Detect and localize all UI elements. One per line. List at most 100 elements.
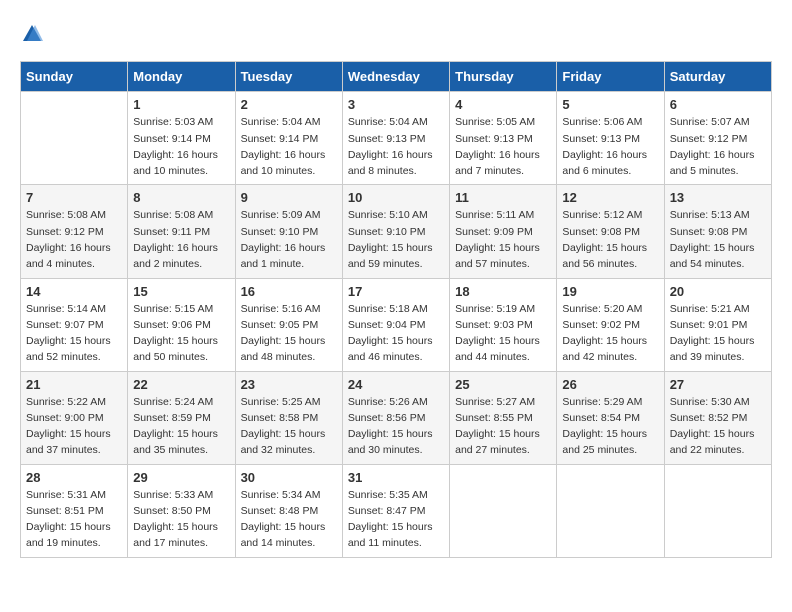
calendar-cell: 23Sunrise: 5:25 AMSunset: 8:58 PMDayligh… xyxy=(235,371,342,464)
day-number: 18 xyxy=(455,284,551,299)
calendar-cell: 9 Sunrise: 5:09 AMSunset: 9:10 PMDaylight… xyxy=(235,185,342,278)
calendar-cell: 24Sunrise: 5:26 AMSunset: 8:56 PMDayligh… xyxy=(342,371,449,464)
day-info: Sunrise: 5:18 AMSunset: 9:04 PMDaylight:… xyxy=(348,301,444,366)
calendar-cell xyxy=(21,92,128,185)
calendar-cell: 29 Sunrise: 5:33 AMSunset: 8:50 PMDayligh… xyxy=(128,464,235,557)
day-number: 2 xyxy=(241,97,337,112)
calendar-cell xyxy=(557,464,664,557)
calendar-cell: 21 Sunrise: 5:22 AMSunset: 9:00 PMDayligh… xyxy=(21,371,128,464)
day-number: 27 xyxy=(670,377,766,392)
day-number: 4 xyxy=(455,97,551,112)
day-info: Sunrise: 5:27 AMSunset: 8:55 PMDaylight:… xyxy=(455,394,551,459)
weekday-header-row: SundayMondayTuesdayWednesdayThursdayFrid… xyxy=(21,62,772,92)
day-number: 1 xyxy=(133,97,229,112)
day-info: Sunrise: 5:35 AMSunset: 8:47 PMDaylight:… xyxy=(348,487,444,552)
weekday-header-sunday: Sunday xyxy=(21,62,128,92)
day-number: 15 xyxy=(133,284,229,299)
day-number: 12 xyxy=(562,190,658,205)
day-number: 22 xyxy=(133,377,229,392)
day-number: 11 xyxy=(455,190,551,205)
day-number: 6 xyxy=(670,97,766,112)
calendar-cell: 22Sunrise: 5:24 AMSunset: 8:59 PMDayligh… xyxy=(128,371,235,464)
calendar-cell: 17 Sunrise: 5:18 AMSunset: 9:04 PMDayligh… xyxy=(342,278,449,371)
day-info: Sunrise: 5:31 AMSunset: 8:51 PMDaylight:… xyxy=(26,487,122,552)
day-info: Sunrise: 5:29 AMSunset: 8:54 PMDaylight:… xyxy=(562,394,658,459)
logo xyxy=(20,20,43,46)
day-number: 30 xyxy=(241,470,337,485)
day-info: Sunrise: 5:11 AMSunset: 9:09 PMDaylight:… xyxy=(455,207,551,272)
calendar-cell: 27 Sunrise: 5:30 AMSunset: 8:52 PMDayligh… xyxy=(664,371,771,464)
day-info: Sunrise: 5:19 AMSunset: 9:03 PMDaylight:… xyxy=(455,301,551,366)
calendar-cell: 8 Sunrise: 5:08 AMSunset: 9:11 PMDaylight… xyxy=(128,185,235,278)
calendar-cell: 12Sunrise: 5:12 AMSunset: 9:08 PMDayligh… xyxy=(557,185,664,278)
calendar-cell: 30 Sunrise: 5:34 AMSunset: 8:48 PMDayligh… xyxy=(235,464,342,557)
day-info: Sunrise: 5:03 AMSunset: 9:14 PMDaylight:… xyxy=(133,114,229,179)
day-info: Sunrise: 5:16 AMSunset: 9:05 PMDaylight:… xyxy=(241,301,337,366)
day-number: 8 xyxy=(133,190,229,205)
calendar-cell: 16 Sunrise: 5:16 AMSunset: 9:05 PMDayligh… xyxy=(235,278,342,371)
day-info: Sunrise: 5:14 AMSunset: 9:07 PMDaylight:… xyxy=(26,301,122,366)
calendar-cell: 7 Sunrise: 5:08 AMSunset: 9:12 PMDaylight… xyxy=(21,185,128,278)
calendar-cell: 15 Sunrise: 5:15 AMSunset: 9:06 PMDayligh… xyxy=(128,278,235,371)
day-info: Sunrise: 5:30 AMSunset: 8:52 PMDaylight:… xyxy=(670,394,766,459)
day-number: 25 xyxy=(455,377,551,392)
day-number: 26 xyxy=(562,377,658,392)
calendar-cell: 5 Sunrise: 5:06 AMSunset: 9:13 PMDaylight… xyxy=(557,92,664,185)
day-info: Sunrise: 5:33 AMSunset: 8:50 PMDaylight:… xyxy=(133,487,229,552)
day-info: Sunrise: 5:04 AMSunset: 9:13 PMDaylight:… xyxy=(348,114,444,179)
week-row-3: 14 Sunrise: 5:14 AMSunset: 9:07 PMDayligh… xyxy=(21,278,772,371)
day-info: Sunrise: 5:08 AMSunset: 9:12 PMDaylight:… xyxy=(26,207,122,272)
day-info: Sunrise: 5:21 AMSunset: 9:01 PMDaylight:… xyxy=(670,301,766,366)
day-number: 21 xyxy=(26,377,122,392)
calendar-cell xyxy=(450,464,557,557)
calendar-cell: 10 Sunrise: 5:10 AMSunset: 9:10 PMDayligh… xyxy=(342,185,449,278)
day-info: Sunrise: 5:09 AMSunset: 9:10 PMDaylight:… xyxy=(241,207,337,272)
day-number: 7 xyxy=(26,190,122,205)
day-number: 29 xyxy=(133,470,229,485)
day-number: 14 xyxy=(26,284,122,299)
calendar-cell: 20Sunrise: 5:21 AMSunset: 9:01 PMDayligh… xyxy=(664,278,771,371)
calendar-cell: 2 Sunrise: 5:04 AMSunset: 9:14 PMDaylight… xyxy=(235,92,342,185)
calendar-cell: 14 Sunrise: 5:14 AMSunset: 9:07 PMDayligh… xyxy=(21,278,128,371)
day-info: Sunrise: 5:06 AMSunset: 9:13 PMDaylight:… xyxy=(562,114,658,179)
week-row-4: 21 Sunrise: 5:22 AMSunset: 9:00 PMDayligh… xyxy=(21,371,772,464)
calendar-cell: 28Sunrise: 5:31 AMSunset: 8:51 PMDayligh… xyxy=(21,464,128,557)
day-info: Sunrise: 5:26 AMSunset: 8:56 PMDaylight:… xyxy=(348,394,444,459)
day-info: Sunrise: 5:05 AMSunset: 9:13 PMDaylight:… xyxy=(455,114,551,179)
day-info: Sunrise: 5:04 AMSunset: 9:14 PMDaylight:… xyxy=(241,114,337,179)
week-row-1: 1 Sunrise: 5:03 AMSunset: 9:14 PMDaylight… xyxy=(21,92,772,185)
weekday-header-saturday: Saturday xyxy=(664,62,771,92)
day-number: 17 xyxy=(348,284,444,299)
calendar-cell: 11 Sunrise: 5:11 AMSunset: 9:09 PMDayligh… xyxy=(450,185,557,278)
day-info: Sunrise: 5:34 AMSunset: 8:48 PMDaylight:… xyxy=(241,487,337,552)
day-info: Sunrise: 5:08 AMSunset: 9:11 PMDaylight:… xyxy=(133,207,229,272)
day-info: Sunrise: 5:22 AMSunset: 9:00 PMDaylight:… xyxy=(26,394,122,459)
calendar-cell: 26 Sunrise: 5:29 AMSunset: 8:54 PMDayligh… xyxy=(557,371,664,464)
day-number: 13 xyxy=(670,190,766,205)
calendar-cell: 25 Sunrise: 5:27 AMSunset: 8:55 PMDayligh… xyxy=(450,371,557,464)
day-number: 19 xyxy=(562,284,658,299)
day-number: 10 xyxy=(348,190,444,205)
day-info: Sunrise: 5:07 AMSunset: 9:12 PMDaylight:… xyxy=(670,114,766,179)
day-number: 31 xyxy=(348,470,444,485)
day-info: Sunrise: 5:25 AMSunset: 8:58 PMDaylight:… xyxy=(241,394,337,459)
day-number: 5 xyxy=(562,97,658,112)
day-info: Sunrise: 5:15 AMSunset: 9:06 PMDaylight:… xyxy=(133,301,229,366)
weekday-header-tuesday: Tuesday xyxy=(235,62,342,92)
day-info: Sunrise: 5:20 AMSunset: 9:02 PMDaylight:… xyxy=(562,301,658,366)
calendar-cell xyxy=(664,464,771,557)
calendar-cell: 18 Sunrise: 5:19 AMSunset: 9:03 PMDayligh… xyxy=(450,278,557,371)
calendar-cell: 13Sunrise: 5:13 AMSunset: 9:08 PMDayligh… xyxy=(664,185,771,278)
calendar-cell: 6 Sunrise: 5:07 AMSunset: 9:12 PMDaylight… xyxy=(664,92,771,185)
day-number: 16 xyxy=(241,284,337,299)
week-row-5: 28Sunrise: 5:31 AMSunset: 8:51 PMDayligh… xyxy=(21,464,772,557)
week-row-2: 7 Sunrise: 5:08 AMSunset: 9:12 PMDaylight… xyxy=(21,185,772,278)
day-number: 9 xyxy=(241,190,337,205)
weekday-header-monday: Monday xyxy=(128,62,235,92)
calendar-cell: 31 Sunrise: 5:35 AMSunset: 8:47 PMDayligh… xyxy=(342,464,449,557)
day-info: Sunrise: 5:10 AMSunset: 9:10 PMDaylight:… xyxy=(348,207,444,272)
calendar-cell: 19 Sunrise: 5:20 AMSunset: 9:02 PMDayligh… xyxy=(557,278,664,371)
page-header xyxy=(20,20,772,46)
calendar-table: SundayMondayTuesdayWednesdayThursdayFrid… xyxy=(20,61,772,557)
logo-text xyxy=(20,20,43,46)
